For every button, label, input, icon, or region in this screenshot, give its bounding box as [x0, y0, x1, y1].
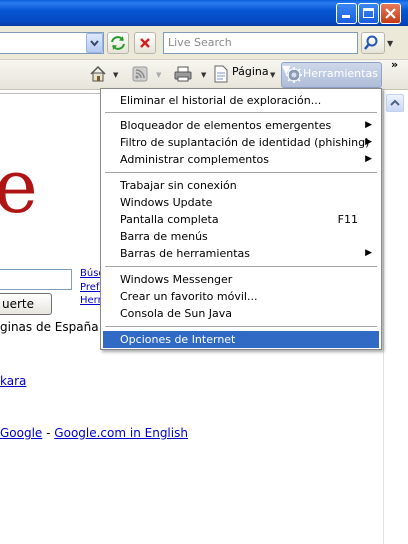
vertical-scrollbar[interactable]	[383, 90, 408, 544]
submenu-arrow-icon: ▶	[365, 248, 372, 258]
menu-item-bloqueador-emergentes[interactable]: Bloqueador de elementos emergentes ▶	[103, 117, 379, 134]
menu-item-opciones-internet[interactable]: Opciones de Internet	[103, 331, 379, 348]
feeds-button[interactable]: ▼	[128, 64, 164, 86]
scroll-up-button[interactable]	[386, 94, 404, 112]
menu-separator	[105, 112, 377, 113]
close-button[interactable]	[380, 3, 401, 24]
spain-pages-option[interactable]: ginas de España	[0, 320, 99, 334]
menu-item-label: Windows Update	[120, 196, 213, 209]
command-bar: ▼ ▼ ▼ ▼ Página ▼ Herramientas	[0, 60, 408, 90]
search-button[interactable]	[361, 32, 385, 54]
page-divider	[0, 93, 100, 94]
stop-button[interactable]	[134, 32, 156, 54]
google-search-input[interactable]	[0, 269, 72, 290]
menu-item-consola-sun-java[interactable]: Consola de Sun Java	[103, 305, 379, 322]
menu-item-label: Windows Messenger	[120, 273, 233, 286]
menu-item-eliminar-historial[interactable]: Eliminar el historial de exploración...	[103, 92, 379, 109]
menu-item-label: Eliminar el historial de exploración...	[120, 94, 322, 107]
search-icon	[364, 35, 378, 50]
page-icon	[214, 65, 228, 83]
menu-item-windows-update[interactable]: Windows Update	[103, 194, 379, 211]
home-button[interactable]: ▼	[86, 64, 122, 86]
menu-item-trabajar-sin-conexion[interactable]: Trabajar sin conexión	[103, 177, 379, 194]
chevron-up-icon	[390, 99, 400, 106]
google-com-english-link[interactable]: Google.com in English	[54, 426, 188, 440]
search-options-dropdown-icon[interactable]: ▼	[387, 39, 393, 48]
home-icon	[90, 65, 106, 82]
herramientas-dropdown-menu: Eliminar el historial de exploración... …	[100, 88, 382, 350]
menu-separator	[105, 172, 377, 173]
menu-item-windows-messenger[interactable]: Windows Messenger	[103, 271, 379, 288]
kara-link[interactable]: kara	[0, 374, 26, 388]
refresh-button[interactable]	[107, 32, 129, 54]
menu-item-filtro-phishing[interactable]: Filtro de suplantación de identidad (phi…	[103, 134, 379, 151]
menu-item-label: Barra de menús	[120, 230, 208, 243]
herramientas-label: Herramientas	[303, 67, 378, 80]
stop-icon	[140, 38, 150, 48]
menu-item-label: Trabajar sin conexión	[120, 179, 237, 192]
menu-item-label: Crear un favorito móvil...	[120, 290, 258, 303]
menu-item-label: Barras de herramientas	[120, 247, 250, 260]
menu-item-administrar-complementos[interactable]: Administrar complementos ▶	[103, 151, 379, 168]
close-icon	[385, 8, 396, 19]
feeling-lucky-button[interactable]: uerte	[0, 293, 52, 315]
maximize-icon	[363, 8, 374, 18]
submenu-arrow-icon: ▶	[365, 154, 372, 164]
menu-item-barras-herramientas[interactable]: Barras de herramientas ▶	[103, 245, 379, 262]
footer-separator: -	[42, 426, 55, 440]
toolbar-overflow-chevron[interactable]: »	[391, 58, 398, 71]
rss-feed-icon	[132, 66, 148, 82]
google-logo-fragment: e	[0, 144, 38, 230]
printer-icon	[174, 66, 192, 82]
menu-item-label: Filtro de suplantación de identidad (phi…	[120, 136, 370, 149]
address-dropdown-button[interactable]	[86, 33, 103, 53]
menu-item-label: Consola de Sun Java	[120, 307, 233, 320]
footer-links: Google - Google.com in English	[0, 426, 188, 440]
minimize-icon	[342, 15, 350, 18]
print-button[interactable]: ▼	[171, 64, 209, 86]
menu-item-label: Pantalla completa	[120, 213, 219, 226]
menu-item-pantalla-completa[interactable]: Pantalla completa F11	[103, 211, 379, 228]
pagina-label: Página	[232, 65, 269, 78]
window-title-bar	[0, 0, 408, 26]
menu-item-crear-favorito-movil[interactable]: Crear un favorito móvil...	[103, 288, 379, 305]
menu-item-label: Bloqueador de elementos emergentes	[120, 119, 332, 132]
chevron-down-icon	[90, 40, 99, 47]
minimize-button[interactable]	[336, 3, 357, 24]
submenu-arrow-icon: ▶	[365, 137, 372, 147]
address-toolbar: Live Search ▼	[0, 26, 408, 60]
menu-item-label: Opciones de Internet	[120, 333, 236, 346]
refresh-icon	[111, 36, 125, 50]
menu-separator	[105, 326, 377, 327]
shortcut-key: F11	[337, 213, 358, 226]
search-input[interactable]: Live Search	[163, 32, 358, 54]
maximize-button[interactable]	[358, 3, 379, 24]
menu-item-barra-menus[interactable]: Barra de menús	[103, 228, 379, 245]
menu-separator	[105, 266, 377, 267]
menu-item-label: Administrar complementos	[120, 153, 269, 166]
submenu-arrow-icon: ▶	[365, 120, 372, 130]
google-link[interactable]: Google	[0, 426, 42, 440]
gear-icon	[286, 67, 302, 83]
